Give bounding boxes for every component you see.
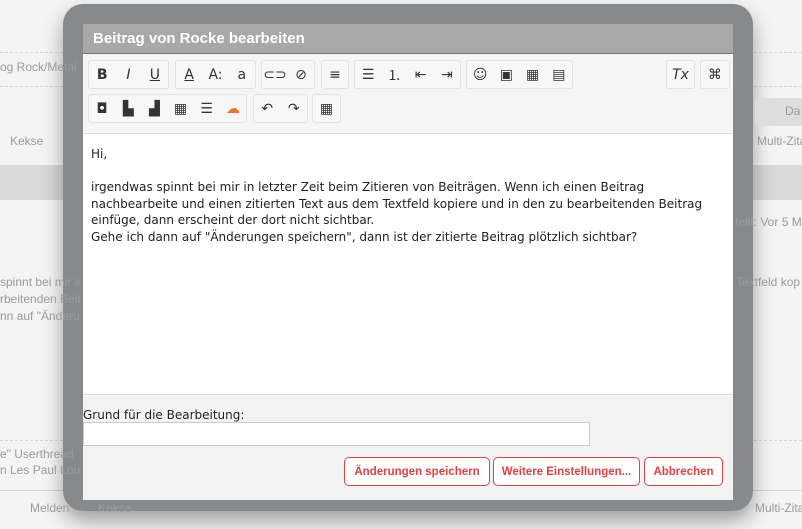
save-button[interactable]: Änderungen speichern bbox=[344, 457, 490, 486]
image-icon[interactable]: ▣ bbox=[494, 61, 518, 88]
edit-post-dialog: Beitrag von Rocke bearbeiten B I U A A: a ⊂⊃ ⊘ ≡… bbox=[83, 24, 733, 500]
toolbar-group: ☰ ⒈ ⇤ ⇥ bbox=[354, 60, 461, 89]
toolbar-group: ▦ bbox=[312, 94, 341, 123]
italic-icon[interactable]: I bbox=[116, 61, 140, 88]
layout-grid-icon[interactable]: ▦ bbox=[169, 95, 193, 122]
reason-input[interactable] bbox=[83, 422, 590, 446]
media-icon[interactable]: ▦ bbox=[521, 61, 545, 88]
editor-paragraph: Gehe ich dann auf "Änderungen speichern"… bbox=[91, 229, 638, 244]
search-input[interactable]: Da bbox=[755, 98, 802, 126]
reason-label: Grund für die Bearbeitung: bbox=[83, 408, 245, 422]
soundcloud-icon[interactable]: ☁ bbox=[221, 95, 245, 122]
toolbar-group: Tx bbox=[666, 60, 695, 89]
breadcrumb[interactable]: og Rock/Metal bbox=[0, 60, 77, 74]
table-icon[interactable]: ▦ bbox=[315, 95, 339, 122]
redo-icon[interactable]: ↷ bbox=[282, 95, 306, 122]
link-icon[interactable]: ⊂⊃ bbox=[263, 61, 287, 88]
related-thread[interactable]: e" Userthread bbox=[0, 447, 74, 461]
editor-content[interactable]: Hi, irgendwas spinnt bei mir in letzter Z… bbox=[83, 134, 733, 395]
editor-paragraph bbox=[91, 163, 725, 180]
dialog-title: Beitrag von Rocke bearbeiten bbox=[83, 24, 733, 54]
layout-right-icon[interactable]: ▟ bbox=[142, 95, 166, 122]
toolbar-group: ☺ ▣ ▦ ▤ bbox=[466, 60, 573, 89]
editor-toolbar: B I U A A: a ⊂⊃ ⊘ ≡ ☰ ⒈ ⇤ ⇥ ☺ ▣ ▦ ▤ Tx ⌘ ◘ ▙ ▟ ▦ ☰ ☁ ↶ ↷ ▦ bbox=[83, 54, 733, 134]
smiley-icon[interactable]: ☺ bbox=[468, 61, 492, 88]
outdent-icon[interactable]: ⇤ bbox=[409, 61, 433, 88]
cancel-button[interactable]: Abbrechen bbox=[644, 457, 723, 486]
post-date: tellt: Vor 5 M bbox=[735, 215, 802, 229]
multi-quote-link[interactable]: Multi-Zita bbox=[757, 134, 802, 148]
camera-icon[interactable]: ◘ bbox=[90, 95, 114, 122]
toolbar-group: ↶ ↷ bbox=[253, 94, 308, 123]
post-text: spinnt bei mir ir bbox=[0, 275, 82, 289]
post-text: Textfeld kop bbox=[736, 275, 801, 289]
multi-quote-link[interactable]: Multi-Zita bbox=[755, 501, 802, 515]
related-thread[interactable]: n Les Paul Lou I bbox=[0, 463, 87, 477]
more-settings-button[interactable]: Weitere Einstellungen... bbox=[493, 457, 640, 486]
toolbar-group: ≡ bbox=[321, 60, 349, 89]
remove-format-icon[interactable]: Tx bbox=[669, 61, 693, 88]
bold-icon[interactable]: B bbox=[90, 61, 114, 88]
kekse-link[interactable]: Kekse bbox=[10, 134, 43, 148]
insert-text-icon[interactable]: ▤ bbox=[547, 61, 571, 88]
post-text: rbeitenden Beit bbox=[0, 292, 81, 306]
toolbar-group: ◘ ▙ ▟ ▦ ☰ ☁ bbox=[88, 94, 247, 123]
text-color-icon[interactable]: A bbox=[177, 61, 201, 88]
unlink-icon[interactable]: ⊘ bbox=[289, 61, 313, 88]
toolbar-group: ⌘ bbox=[700, 60, 730, 89]
kekse-link[interactable]: Kekse bbox=[98, 501, 131, 515]
font-size-icon[interactable]: A: bbox=[203, 61, 227, 88]
numbered-list-icon[interactable]: ⒈ bbox=[382, 61, 406, 88]
editor-paragraph: Hi, bbox=[91, 147, 108, 161]
layout-left-icon[interactable]: ▙ bbox=[116, 95, 140, 122]
font-icon[interactable]: a bbox=[230, 61, 254, 88]
underline-icon[interactable]: U bbox=[143, 61, 167, 88]
toolbar-group: A A: a bbox=[175, 60, 256, 89]
toolbar-group: ⊂⊃ ⊘ bbox=[261, 60, 315, 89]
layout-rows-icon[interactable]: ☰ bbox=[195, 95, 219, 122]
indent-icon[interactable]: ⇥ bbox=[435, 61, 459, 88]
source-icon[interactable]: ⌘ bbox=[703, 61, 727, 88]
post-text: nn auf "Änderu bbox=[0, 309, 80, 323]
align-icon[interactable]: ≡ bbox=[323, 61, 347, 88]
toolbar-group: BIU bbox=[88, 60, 169, 89]
undo-icon[interactable]: ↶ bbox=[255, 95, 279, 122]
editor-paragraph: irgendwas spinnt bei mir in letzter Zeit… bbox=[91, 180, 703, 227]
bullet-list-icon[interactable]: ☰ bbox=[356, 61, 380, 88]
report-link[interactable]: Melden bbox=[30, 501, 69, 515]
